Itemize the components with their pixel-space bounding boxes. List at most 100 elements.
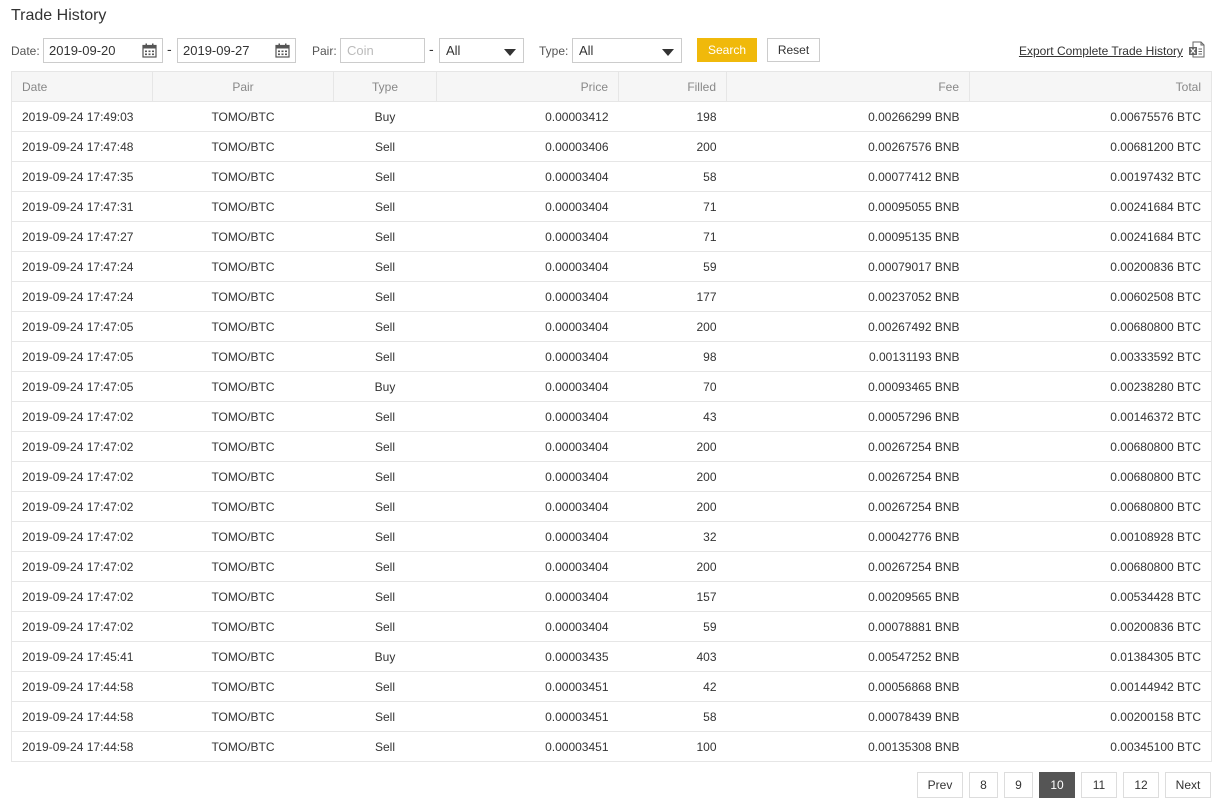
cell-filled: 157	[618, 581, 727, 612]
cell-date: 2019-09-24 17:47:02	[11, 581, 153, 612]
table-row: 2019-09-24 17:44:58 TOMO/BTC Sell 0.0000345…	[11, 671, 1212, 702]
cell-filled: 58	[618, 701, 727, 732]
table-row: 2019-09-24 17:47:02 TOMO/BTC Sell 0.0000340…	[11, 551, 1212, 582]
cell-type: Sell	[333, 341, 437, 372]
cell-price: 0.00003404	[436, 251, 619, 282]
cell-date: 2019-09-24 17:47:02	[11, 401, 153, 432]
column-header-pair: Pair	[152, 71, 334, 102]
export-trade-history-link[interactable]: Export Complete Trade History	[1019, 41, 1205, 58]
cell-fee: 0.00042776 BNB	[726, 521, 970, 552]
cell-price: 0.00003404	[436, 521, 619, 552]
trade-rows: 2019-09-24 17:49:03 TOMO/BTC Buy 0.00003412…	[11, 101, 1212, 762]
cell-total: 0.00200836 BTC	[969, 611, 1212, 642]
cell-pair: TOMO/BTC	[152, 611, 334, 642]
cell-filled: 200	[618, 551, 727, 582]
cell-total: 0.00144942 BTC	[969, 671, 1212, 702]
cell-price: 0.00003404	[436, 341, 619, 372]
cell-type: Sell	[333, 701, 437, 732]
cell-pair: TOMO/BTC	[152, 251, 334, 282]
pair-quote-select[interactable]: All	[439, 38, 524, 63]
page-button-10[interactable]: 10	[1039, 772, 1075, 798]
cell-filled: 98	[618, 341, 727, 372]
cell-filled: 200	[618, 131, 727, 162]
page-button-11[interactable]: 11	[1081, 772, 1117, 798]
page-button-12[interactable]: 12	[1123, 772, 1159, 798]
cell-type: Sell	[333, 251, 437, 282]
chevron-down-icon	[504, 49, 516, 56]
cell-fee: 0.00209565 BNB	[726, 581, 970, 612]
cell-price: 0.00003451	[436, 671, 619, 702]
cell-type: Sell	[333, 491, 437, 522]
table-row: 2019-09-24 17:47:24 TOMO/BTC Sell 0.0000340…	[11, 251, 1212, 282]
coin-input[interactable]	[340, 38, 425, 63]
cell-fee: 0.00135308 BNB	[726, 731, 970, 762]
cell-total: 0.01384305 BTC	[969, 641, 1212, 672]
date-to-value: 2019-09-27	[183, 43, 250, 58]
page-button-8[interactable]: 8	[969, 772, 998, 798]
cell-filled: 200	[618, 311, 727, 342]
cell-price: 0.00003404	[436, 431, 619, 462]
cell-total: 0.00602508 BTC	[969, 281, 1212, 312]
cell-price: 0.00003404	[436, 281, 619, 312]
cell-fee: 0.00078881 BNB	[726, 611, 970, 642]
cell-price: 0.00003404	[436, 191, 619, 222]
page-button-9[interactable]: 9	[1004, 772, 1033, 798]
cell-pair: TOMO/BTC	[152, 101, 334, 132]
next-page-button[interactable]: Next	[1165, 772, 1211, 798]
cell-type: Sell	[333, 311, 437, 342]
search-button[interactable]: Search	[697, 38, 757, 62]
table-row: 2019-09-24 17:47:02 TOMO/BTC Sell 0.0000340…	[11, 461, 1212, 492]
table-row: 2019-09-24 17:47:02 TOMO/BTC Sell 0.0000340…	[11, 581, 1212, 612]
table-row: 2019-09-24 17:49:03 TOMO/BTC Buy 0.00003412…	[11, 101, 1212, 132]
cell-filled: 59	[618, 251, 727, 282]
cell-price: 0.00003404	[436, 401, 619, 432]
date-separator: -	[167, 41, 172, 57]
cell-pair: TOMO/BTC	[152, 191, 334, 222]
cell-total: 0.00238280 BTC	[969, 371, 1212, 402]
cell-date: 2019-09-24 17:44:58	[11, 701, 153, 732]
table-row: 2019-09-24 17:47:48 TOMO/BTC Sell 0.0000340…	[11, 131, 1212, 162]
cell-type: Sell	[333, 161, 437, 192]
chevron-down-icon	[662, 49, 674, 56]
cell-fee: 0.00079017 BNB	[726, 251, 970, 282]
reset-button[interactable]: Reset	[767, 38, 820, 62]
cell-total: 0.00241684 BTC	[969, 221, 1212, 252]
table-header-row: Date Pair Type Price Filled Fee Total	[11, 71, 1212, 102]
cell-price: 0.00003451	[436, 701, 619, 732]
cell-date: 2019-09-24 17:47:27	[11, 221, 153, 252]
cell-type: Sell	[333, 461, 437, 492]
cell-fee: 0.00131193 BNB	[726, 341, 970, 372]
table-row: 2019-09-24 17:47:02 TOMO/BTC Sell 0.0000340…	[11, 611, 1212, 642]
table-row: 2019-09-24 17:47:24 TOMO/BTC Sell 0.0000340…	[11, 281, 1212, 312]
calendar-icon	[142, 43, 157, 58]
cell-fee: 0.00267254 BNB	[726, 551, 970, 582]
cell-type: Sell	[333, 551, 437, 582]
prev-page-button[interactable]: Prev	[917, 772, 963, 798]
cell-type: Buy	[333, 371, 437, 402]
cell-type: Sell	[333, 521, 437, 552]
cell-date: 2019-09-24 17:47:31	[11, 191, 153, 222]
cell-total: 0.00680800 BTC	[969, 461, 1212, 492]
cell-date: 2019-09-24 17:45:41	[11, 641, 153, 672]
type-select[interactable]: All	[572, 38, 682, 63]
cell-pair: TOMO/BTC	[152, 521, 334, 552]
cell-fee: 0.00078439 BNB	[726, 701, 970, 732]
filter-bar: Date: 2019-09-20 - 2019-09-27 Pair: - Al…	[11, 38, 1211, 63]
cell-type: Sell	[333, 731, 437, 762]
cell-pair: TOMO/BTC	[152, 431, 334, 462]
cell-type: Sell	[333, 581, 437, 612]
cell-price: 0.00003404	[436, 221, 619, 252]
cell-date: 2019-09-24 17:47:35	[11, 161, 153, 192]
cell-fee: 0.00267576 BNB	[726, 131, 970, 162]
cell-pair: TOMO/BTC	[152, 311, 334, 342]
cell-fee: 0.00237052 BNB	[726, 281, 970, 312]
cell-total: 0.00680800 BTC	[969, 311, 1212, 342]
table-row: 2019-09-24 17:47:02 TOMO/BTC Sell 0.0000340…	[11, 491, 1212, 522]
pair-separator: -	[429, 41, 434, 57]
cell-price: 0.00003404	[436, 371, 619, 402]
date-from-picker[interactable]: 2019-09-20	[43, 38, 163, 63]
date-to-picker[interactable]: 2019-09-27	[177, 38, 296, 63]
cell-pair: TOMO/BTC	[152, 371, 334, 402]
table-row: 2019-09-24 17:47:02 TOMO/BTC Sell 0.0000340…	[11, 521, 1212, 552]
cell-date: 2019-09-24 17:44:58	[11, 731, 153, 762]
